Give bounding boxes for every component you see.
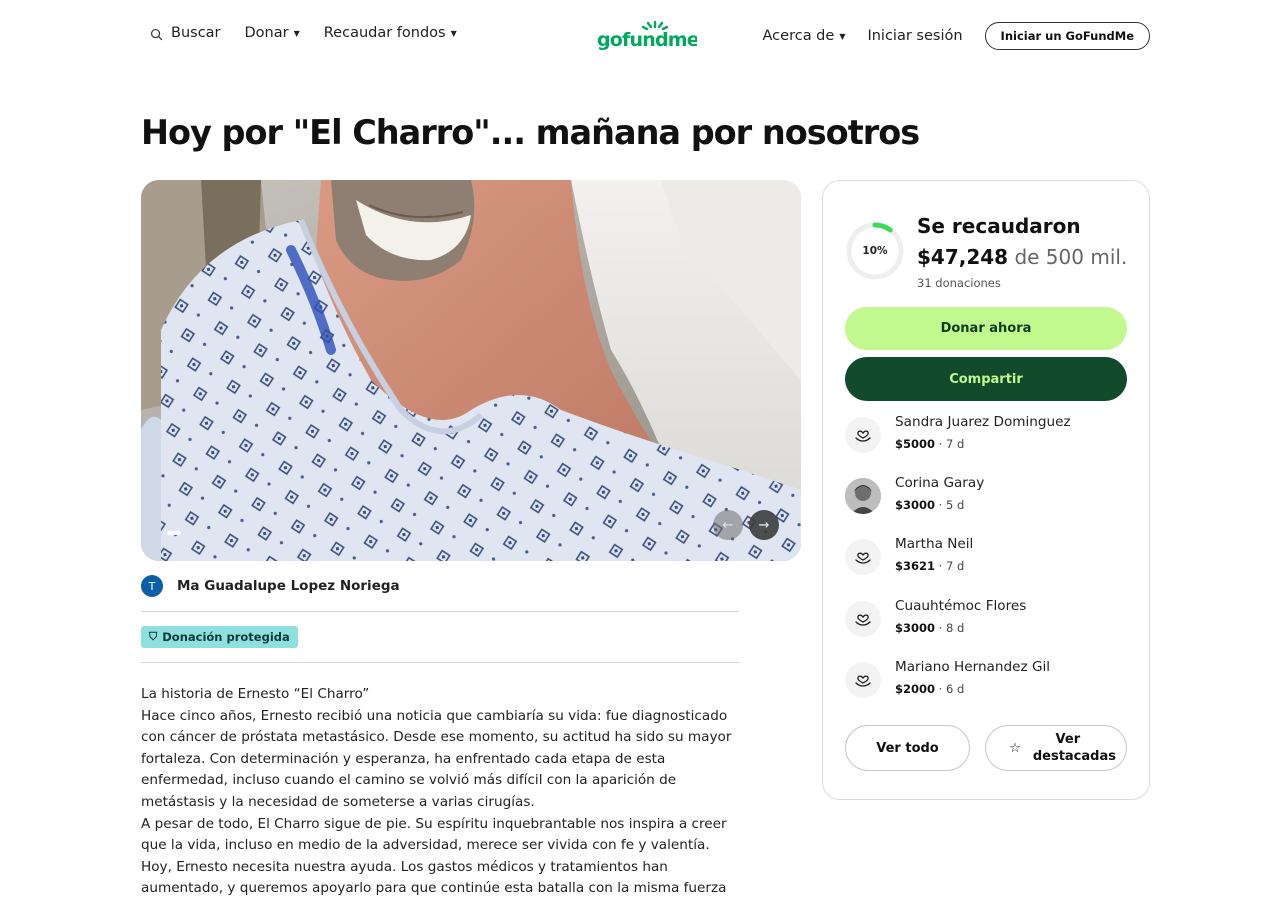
campaign-title: Hoy por "El Charro"... mañana por nosotr…	[141, 113, 920, 152]
logo-wordmark: gofundme	[597, 29, 697, 51]
story-paragraph: La historia de Ernesto “El Charro”	[141, 686, 370, 702]
organizer[interactable]: T Ma Guadalupe Lopez Noriega	[141, 575, 400, 597]
donor-time: · 7 d	[935, 437, 965, 451]
donor-meta: $3621 · 7 d	[895, 559, 964, 573]
raised-amount: $47,248	[917, 245, 1009, 269]
search-icon	[150, 28, 163, 40]
arrow-right-icon: →	[758, 517, 770, 533]
goal-text: de 500 mil.	[1014, 245, 1128, 269]
star-icon: ☆	[1009, 740, 1021, 756]
donor-time: · 5 d	[935, 498, 965, 513]
donation-count[interactable]: 31 donaciones	[917, 276, 1001, 290]
organizer-name: Ma Guadalupe Lopez Noriega	[177, 578, 400, 594]
protected-donation-label: Donación protegida	[162, 630, 290, 644]
donor-photo-avatar	[845, 478, 881, 515]
donor-amount: $3000	[895, 620, 936, 635]
carousel-indicator	[167, 531, 181, 535]
caret-down-icon: ▼	[839, 31, 846, 41]
donor-name: Mariano Hernandez Gil	[895, 658, 1051, 675]
campaign-story: La historia de Ernesto “El Charro” Hace …	[141, 684, 741, 900]
donor-list: Sandra Juarez Dominguez $5000 · 7 d Cori…	[845, 414, 1135, 720]
donate-menu-label: Donar	[244, 25, 289, 41]
divider	[141, 662, 739, 663]
login-label: Iniciar sesión	[867, 28, 963, 44]
donor-item: Corina Garay $3000 · 5 d	[845, 475, 1135, 536]
heart-hand-icon	[845, 417, 881, 453]
see-top-donations-button[interactable]: ☆ Ver destacadas	[985, 725, 1127, 771]
heart-hand-icon	[845, 539, 881, 576]
story-paragraph: A pesar de todo, El Charro sigue de pie.…	[141, 815, 727, 854]
about-menu[interactable]: Acerca de ▼	[763, 28, 846, 44]
gofundme-logo[interactable]: gofundme	[597, 20, 697, 52]
donor-item: Martha Neil $3621 · 7 d	[845, 536, 1135, 597]
donor-amount: $5000	[895, 437, 936, 451]
campaign-photo-image	[141, 180, 801, 561]
fundraise-menu[interactable]: Recaudar fondos ▼	[324, 25, 457, 41]
donor-item: Mariano Hernandez Gil $2000 · 6 d	[845, 659, 1135, 720]
divider	[141, 611, 739, 612]
protected-donation-badge[interactable]: ⛉ Donación protegida	[141, 626, 298, 648]
see-top-donations-label: Ver destacadas	[1032, 732, 1116, 764]
donor-meta: $2000 · 6 d	[895, 682, 964, 696]
donor-name: Sandra Juarez Dominguez	[895, 414, 1071, 430]
about-menu-label: Acerca de	[762, 28, 835, 44]
donor-time: · 7 d	[935, 559, 965, 574]
donate-menu[interactable]: Donar ▼	[245, 25, 300, 41]
carousel-dot-active[interactable]	[167, 531, 181, 535]
donation-sidebar: 10% Se recaudaron $47,248 de 500 mil. 31…	[822, 180, 1150, 800]
site-header: Buscar Donar ▼ Recaudar fondos ▼ gofundm…	[0, 0, 1281, 70]
heart-hand-icon	[845, 661, 881, 698]
previous-photo-button[interactable]: ←	[713, 510, 743, 540]
caret-down-icon: ▼	[450, 28, 457, 38]
donate-now-button[interactable]: Donar ahora	[845, 307, 1127, 350]
progress-percent: 10%	[862, 245, 888, 257]
raised-heading: Se recaudaron	[917, 214, 1081, 238]
donor-meta: $3000 · 8 d	[895, 621, 964, 635]
search-link[interactable]: Buscar	[150, 25, 221, 41]
donor-name: Corina Garay	[895, 475, 985, 492]
raised-amount-line: $47,248 de 500 mil.	[917, 245, 1127, 269]
campaign-photo[interactable]: ← →	[141, 180, 801, 561]
donor-item: Cuauhtémoc Flores $3000 · 8 d	[845, 598, 1135, 659]
donor-amount: $3000	[895, 498, 936, 513]
donor-meta: $3000 · 5 d	[895, 498, 964, 512]
donor-meta: $5000 · 7 d	[895, 437, 964, 451]
fundraise-menu-label: Recaudar fondos	[323, 25, 446, 41]
donor-name: Martha Neil	[895, 536, 974, 553]
nav-right: Acerca de ▼ Iniciar sesión Iniciar un Go…	[763, 22, 1150, 50]
see-all-donations-button[interactable]: Ver todo	[845, 725, 970, 771]
donor-amount: $3621	[895, 559, 936, 574]
share-button[interactable]: Compartir	[845, 357, 1127, 401]
shield-icon: ⛉	[149, 630, 158, 643]
nav-left: Buscar Donar ▼ Recaudar fondos ▼	[150, 25, 481, 41]
donor-time: · 8 d	[935, 620, 965, 635]
arrow-left-icon: ←	[722, 517, 734, 533]
donor-name: Cuauhtémoc Flores	[895, 597, 1027, 614]
next-photo-button[interactable]: →	[749, 510, 779, 540]
login-link[interactable]: Iniciar sesión	[867, 28, 962, 44]
story-paragraph: Hoy, Ernesto necesita nuestra ayuda. Los…	[141, 858, 727, 897]
story-paragraph: Hace cinco años, Ernesto recibió una not…	[141, 707, 732, 810]
donor-item: Sandra Juarez Dominguez $5000 · 7 d	[845, 414, 1135, 475]
search-label: Buscar	[171, 25, 221, 41]
donor-time: · 6 d	[935, 681, 965, 696]
organizer-avatar: T	[141, 575, 163, 597]
heart-hand-icon	[845, 600, 881, 637]
start-gofundme-button[interactable]: Iniciar un GoFundMe	[984, 22, 1150, 50]
donor-amount: $2000	[895, 681, 936, 696]
caret-down-icon: ▼	[293, 28, 300, 38]
